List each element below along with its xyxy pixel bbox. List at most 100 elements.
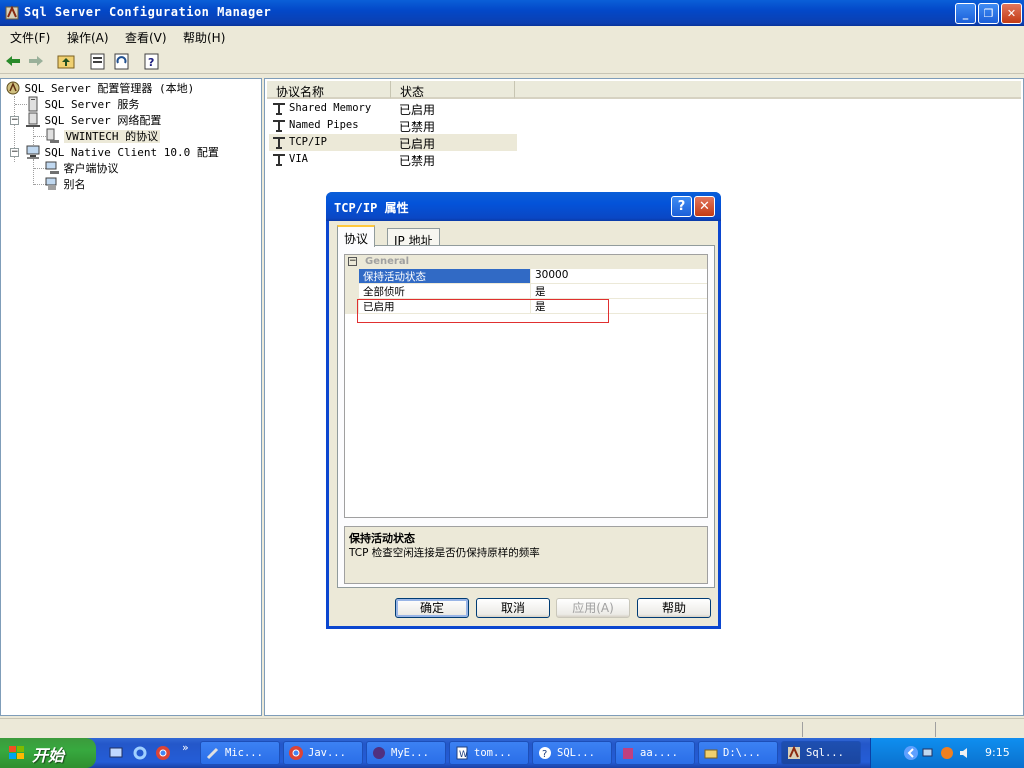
alias-icon (45, 177, 57, 190)
volume-tray-icon[interactable] (957, 745, 973, 761)
status-divider (935, 722, 936, 737)
property-value[interactable]: 是 (533, 284, 703, 298)
internet-explorer-icon[interactable] (132, 745, 148, 761)
protocol-icon (273, 137, 285, 149)
tree-item-client-protocols[interactable]: 客户端协议 (44, 160, 119, 176)
folder-icon (704, 749, 718, 759)
dialog-title: TCP/IP 属性 (334, 201, 409, 215)
sql-config-manager-icon (5, 5, 19, 20)
menu-bar: 文件(F) 操作(A) 查看(V) 帮助(H) (0, 26, 1024, 48)
tree-label-services: SQL Server 服务 (44, 98, 140, 111)
system-tray: 9:15 (870, 738, 1024, 768)
navigation-tree: SQL Server 配置管理器 (本地) SQL Server 服务 − SQ… (0, 78, 262, 716)
column-header-status[interactable]: 状态 (391, 81, 515, 99)
category-collapse-icon[interactable]: − (348, 257, 357, 266)
window-title: Sql Server Configuration Manager (24, 5, 272, 19)
property-category[interactable]: − General (345, 255, 707, 269)
tree-label-aliases: 别名 (63, 178, 86, 191)
quicklaunch-overflow-chevron[interactable]: » (182, 741, 198, 757)
taskbar: 开始 » Mic... Jav... MyE... W tom... ? SQL… (0, 738, 1024, 768)
protocol-icon (273, 103, 285, 115)
task-button-active[interactable]: Sql... (781, 741, 861, 765)
network-tray-icon[interactable] (921, 745, 937, 761)
protocol-status: 已禁用 (399, 120, 436, 134)
quicklaunch-desktop-icon[interactable] (108, 745, 124, 761)
forward-arrow-icon[interactable] (25, 51, 47, 71)
status-bar (0, 718, 1024, 738)
list-row-tcp-ip[interactable]: TCP/IP 已启用 (269, 134, 517, 151)
tree-item-native-client[interactable]: SQL Native Client 10.0 配置 (25, 144, 219, 160)
tree-label-root: SQL Server 配置管理器 (本地) (24, 82, 195, 95)
refresh-icon[interactable] (111, 51, 133, 71)
help-button[interactable]: 帮助 (637, 598, 711, 618)
close-button[interactable]: ✕ (1001, 3, 1022, 24)
task-button[interactable]: D:\... (698, 741, 778, 765)
help-doc-icon[interactable]: ? (141, 51, 163, 71)
task-button[interactable]: W tom... (449, 741, 529, 765)
list-row-named-pipes[interactable]: Named Pipes 已禁用 (269, 117, 517, 134)
archive-icon (623, 748, 633, 759)
properties-icon[interactable] (87, 51, 109, 71)
menu-file[interactable]: 文件(F) (10, 29, 50, 46)
client-protocols-icon (45, 161, 59, 174)
column-header-protocol-name[interactable]: 协议名称 (267, 81, 391, 99)
ok-button[interactable]: 确定 (395, 598, 469, 618)
window-titlebar[interactable]: Sql Server Configuration Manager _ ❐ ✕ (0, 0, 1024, 26)
protocol-name: Named Pipes (289, 119, 359, 131)
client-computer-icon (26, 145, 40, 159)
antivirus-tray-icon[interactable] (939, 745, 955, 761)
dialog-titlebar[interactable]: TCP/IP 属性 ? ✕ (326, 192, 721, 221)
task-button[interactable]: MyE... (366, 741, 446, 765)
start-button[interactable]: 开始 (0, 738, 96, 768)
annotation-highlight-box (357, 299, 609, 323)
svg-text:?: ? (542, 749, 547, 760)
menu-action[interactable]: 操作(A) (67, 29, 109, 46)
task-button[interactable]: Jav... (283, 741, 363, 765)
tree-item-instance-protocols[interactable]: VWINTECH 的协议 (44, 128, 161, 144)
task-button[interactable]: aa.... (615, 741, 695, 765)
word-document-icon: W (456, 746, 468, 760)
task-button[interactable]: ? SQL... (532, 741, 612, 765)
property-name: 保持活动状态 (359, 269, 531, 283)
tree-item-root[interactable]: SQL Server 配置管理器 (本地) (5, 80, 194, 96)
chrome-icon[interactable] (155, 745, 171, 761)
list-row-via[interactable]: VIA 已禁用 (269, 151, 517, 168)
tree-item-aliases[interactable]: 别名 (44, 176, 86, 192)
up-folder-icon[interactable] (55, 51, 77, 71)
property-value[interactable]: 30000 (533, 269, 703, 283)
menu-help[interactable]: 帮助(H) (183, 29, 225, 46)
property-row-listen-all[interactable]: 全部侦听 是 (345, 284, 707, 299)
dialog-help-button[interactable]: ? (671, 196, 692, 217)
protocol-status: 已禁用 (399, 154, 436, 168)
cancel-button[interactable]: 取消 (476, 598, 550, 618)
column-header-empty (515, 81, 1021, 99)
tree-label-native-client: SQL Native Client 10.0 配置 (44, 146, 219, 159)
dialog-close-button[interactable]: ✕ (694, 196, 715, 217)
minimize-button[interactable]: _ (955, 3, 976, 24)
tree-item-network[interactable]: SQL Server 网络配置 (25, 112, 161, 128)
restore-button[interactable]: ❐ (978, 3, 999, 24)
tree-expander-native-client[interactable]: − (10, 148, 19, 157)
menu-view[interactable]: 查看(V) (125, 29, 167, 46)
status-divider (802, 722, 803, 737)
help-icon: ? (539, 747, 551, 760)
tools-icon (206, 747, 219, 760)
property-row-keep-alive[interactable]: 保持活动状态 30000 (345, 269, 707, 284)
list-row-shared-memory[interactable]: Shared Memory 已启用 (269, 100, 517, 117)
apply-button[interactable]: 应用(A) (556, 598, 630, 618)
tab-protocol[interactable]: 协议 (337, 225, 376, 247)
tray-collapse-arrow-icon[interactable] (903, 745, 919, 761)
property-name: 全部侦听 (359, 284, 531, 298)
clock: 9:15 (985, 746, 1010, 759)
tree-expander-network[interactable]: − (10, 116, 19, 125)
property-description-panel: 保持活动状态 TCP 检查空闲连接是否仍保持原样的频率 (344, 526, 708, 584)
start-label: 开始 (32, 746, 65, 765)
back-arrow-icon[interactable] (2, 51, 24, 71)
protocol-icon (273, 154, 285, 166)
svg-text:W: W (459, 750, 468, 760)
protocol-icon (273, 120, 285, 132)
tree-item-services[interactable]: SQL Server 服务 (25, 96, 139, 112)
tcpip-properties-dialog: TCP/IP 属性 ? ✕ 协议 IP 地址 − General 保持活动状态 … (326, 192, 721, 629)
tree-label-instance-protocols: VWINTECH 的协议 (63, 130, 161, 143)
task-button[interactable]: Mic... (200, 741, 280, 765)
